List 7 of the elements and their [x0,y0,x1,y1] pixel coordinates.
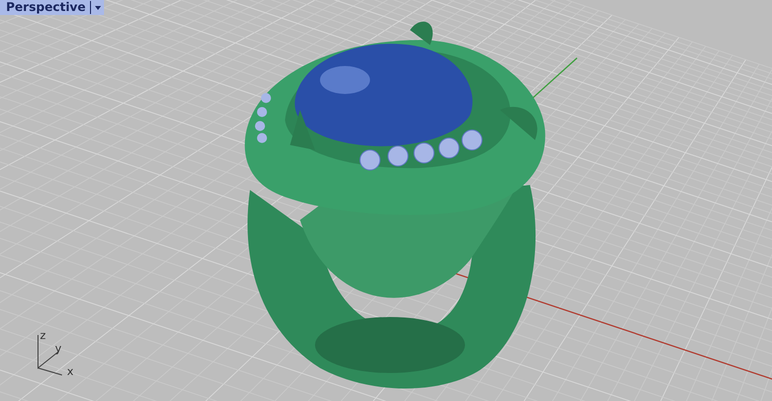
dropdown-caret-icon[interactable] [90,1,102,14]
axis-label: y [55,343,62,355]
axis-label: x [67,366,74,378]
viewport-title[interactable]: Perspective [6,0,86,15]
axis-gizmo-icon [38,334,62,376]
viewport-tab[interactable]: Perspective [0,0,104,15]
axis-label: z [40,330,46,342]
